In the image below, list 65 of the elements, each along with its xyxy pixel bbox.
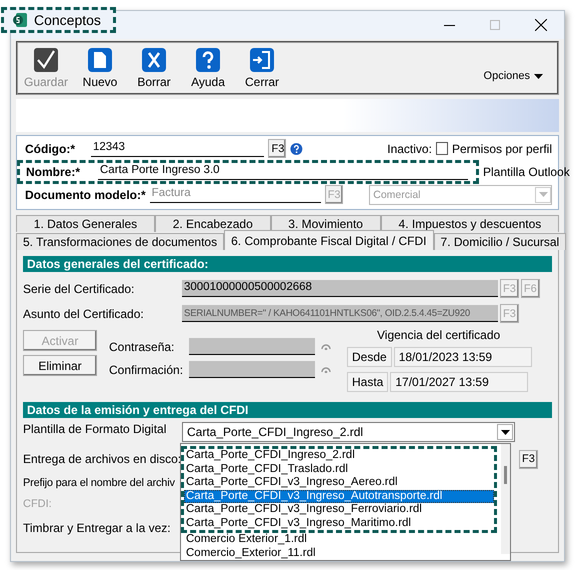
caret-icon (534, 74, 543, 78)
date-label: Desde (347, 347, 392, 367)
outlook-template-link[interactable]: Plantilla Outlook (483, 164, 570, 178)
dropdown-option[interactable]: Comercio_Exterior_11.rdl (184, 546, 501, 560)
close-icon (535, 19, 547, 31)
document-icon (87, 47, 113, 73)
field-label: Nombre:* (26, 164, 82, 178)
lookup-button[interactable]: F3 (268, 139, 286, 158)
scrollbar[interactable] (501, 444, 510, 554)
section-header: Datos generales del certificado: (23, 256, 552, 272)
validity-title: Vigencia del certificado (376, 328, 502, 342)
tab[interactable]: 4. Impuestos y descuentos (380, 215, 560, 232)
field-label: Serie del Certificado: (23, 282, 136, 296)
toolbar-button[interactable]: Nuevo (80, 47, 120, 89)
dropdown-option[interactable]: Carta_Porte_CFDI_v3_Ingreso_Ferroviario.rdl (184, 503, 494, 516)
app-icon (12, 12, 28, 28)
field-label: Asunto del Certificado: (23, 306, 145, 320)
window-title: Conceptos (34, 12, 101, 28)
field-label: Entrega de archivos en disco: (23, 452, 182, 466)
maximize-icon (490, 20, 500, 30)
certificate-serial-field: 30001000000500002668 (182, 280, 498, 297)
delete-button[interactable]: Eliminar (23, 355, 97, 376)
caret-icon (538, 192, 548, 197)
tab[interactable]: 6. Comprobante Fiscal Digital / CFDI (224, 230, 434, 250)
date-label: Hasta (347, 372, 388, 392)
help-icon (195, 47, 221, 73)
toolbar-button[interactable]: Borrar (134, 47, 174, 89)
date-field: 18/01/2023 13:59 (394, 347, 532, 367)
options-button[interactable]: Opciones (478, 69, 549, 83)
password-field[interactable] (189, 361, 315, 378)
name-field[interactable]: Carta Porte Ingreso 3.0 (98, 163, 468, 180)
date-field: 17/01/2027 13:59 (390, 372, 528, 392)
toolbar-button[interactable]: Cerrar (242, 47, 282, 89)
code-field[interactable]: 12343 (90, 140, 264, 157)
exit-door-icon (249, 47, 275, 73)
permissions-link[interactable]: Permisos por perfil (452, 142, 552, 156)
field-label: Código:* (25, 142, 76, 156)
field-label: Inactivo: (387, 142, 432, 156)
dropdown-option[interactable]: Carta_Porte_CFDI_v3_Ingreso_Maritimo.rdl (184, 516, 494, 530)
function-key-button[interactable]: F3 (519, 450, 538, 468)
field-label: CFDI: (23, 498, 53, 510)
minimize-icon (444, 24, 454, 26)
section-header: Datos de la emisión y entrega del CFDI (23, 402, 552, 418)
certificate-subject-field: SERIALNUMBER=" / KAHO641101HNTLKS06", OID.2.5.4.45=ZU920 (182, 305, 498, 322)
tab[interactable]: 7. Domicilio / Sucursal (434, 233, 566, 250)
tab[interactable]: 1. Datos Generales (16, 215, 155, 232)
x-letter-icon (141, 47, 167, 73)
field-label: Timbrar y Entregar a la vez: (23, 521, 172, 535)
field-label: Prefijo para el nombre del archiv (23, 477, 176, 489)
caret-icon (500, 430, 510, 434)
field-label: Documento modelo:* (25, 188, 146, 202)
field-label: Confirmación: (109, 362, 183, 376)
dropdown-option[interactable]: Carta_Porte_CFDI_v3_Ingreso_Autotransporte.rdl (184, 490, 494, 503)
dropdown-option[interactable]: Carta_Porte_CFDI_v3_Ingreso_Aereo.rdl (184, 476, 494, 490)
tab[interactable]: 5. Transformaciones de documentos (16, 233, 224, 250)
dropdown-option[interactable]: Comercio Exterior_1.rdl (184, 533, 501, 546)
field-label: Contraseña: (109, 340, 176, 354)
tab[interactable]: 2. Encabezado (154, 215, 271, 232)
help-icon[interactable] (290, 142, 304, 156)
checkmark-icon (33, 47, 59, 73)
toolbar-button[interactable]: Ayuda (188, 47, 228, 89)
dropdown-option[interactable]: Carta_Porte_CFDI_Traslado.rdl (184, 462, 494, 476)
dropdown-option[interactable]: Carta_Porte_CFDI_Ingreso_2.rdl (184, 449, 494, 462)
password-field[interactable] (189, 338, 315, 355)
field-label: Plantilla de Formato Digital (23, 422, 168, 436)
